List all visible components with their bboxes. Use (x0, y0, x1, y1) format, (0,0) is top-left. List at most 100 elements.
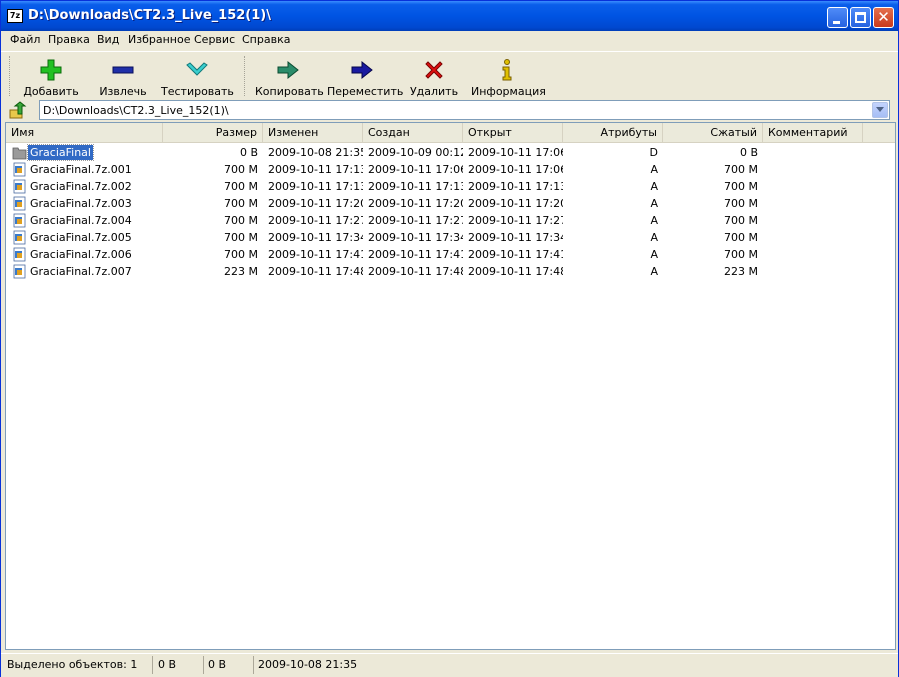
table-row[interactable]: GraciaFinal.7z.005 700 M 2009-10-11 17:34 2… (6, 229, 895, 246)
folder-icon (12, 147, 27, 160)
app-icon: 7z (7, 9, 23, 23)
cell-created: 2009-10-11 17:34 (368, 231, 463, 244)
cell-accessed: 2009-10-11 17:06 (468, 146, 563, 159)
column-header-size[interactable]: Размер (163, 123, 263, 142)
toolbar-grip[interactable] (9, 56, 13, 96)
cell-attributes: A (650, 231, 658, 244)
cell-created: 2009-10-09 00:12 (368, 146, 463, 159)
file-list[interactable]: Имя Размер Изменен Создан Открыт Атрибут… (5, 122, 896, 650)
move-button[interactable]: Переместить (327, 54, 404, 98)
column-header-modified[interactable]: Изменен (263, 123, 363, 142)
table-row[interactable]: GraciaFinal.7z.007 223 M 2009-10-11 17:48 2… (6, 263, 895, 280)
cell-name: GraciaFinal (6, 144, 163, 161)
cell-comment (763, 161, 863, 178)
cell-packed: 700 M (724, 197, 758, 210)
delete-label: Удалить (409, 85, 459, 98)
menu-help[interactable]: Справка (242, 33, 290, 46)
toolbar-grip-2[interactable] (244, 56, 248, 96)
cell-size: 700 M (224, 231, 258, 244)
close-icon: ✕ (877, 8, 890, 26)
test-label: Тестировать (161, 85, 234, 98)
cell-comment (763, 263, 863, 280)
cell-accessed: 2009-10-11 17:20 (468, 197, 563, 210)
menu-view[interactable]: Вид (97, 33, 119, 46)
table-row[interactable]: GraciaFinal.7z.006 700 M 2009-10-11 17:41 2… (6, 246, 895, 263)
window-title: D:\Downloads\CT2.3_Live_152(1)\ (28, 8, 271, 23)
status-size: 0 B (154, 656, 204, 674)
title-bar[interactable]: 7z D:\Downloads\CT2.3_Live_152(1)\ ✕ (1, 1, 898, 31)
column-header-attributes[interactable]: Атрибуты (563, 123, 663, 142)
table-row[interactable]: GraciaFinal.7z.004 700 M 2009-10-11 17:27 2… (6, 212, 895, 229)
file-icon (13, 247, 26, 262)
copy-arrow-icon (277, 60, 299, 80)
cell-name: GraciaFinal.7z.002 (6, 178, 163, 195)
maximize-button[interactable] (850, 7, 871, 28)
column-header-packed[interactable]: Сжатый (663, 123, 763, 142)
column-header-created[interactable]: Создан (363, 123, 463, 142)
menu-file[interactable]: Файл (10, 33, 40, 46)
file-name[interactable]: GraciaFinal.7z.006 (28, 247, 134, 262)
cell-packed: 700 M (724, 180, 758, 193)
minus-icon (112, 66, 134, 74)
cell-modified: 2009-10-11 17:41 (268, 248, 363, 261)
extract-button[interactable]: Извлечь (97, 54, 149, 98)
add-button[interactable]: Добавить (23, 54, 79, 98)
cell-packed: 700 M (724, 231, 758, 244)
cell-accessed: 2009-10-11 17:48 (468, 265, 563, 278)
app-window: 7z D:\Downloads\CT2.3_Live_152(1)\ ✕ Фай… (0, 0, 899, 677)
delete-button[interactable]: Удалить (405, 54, 463, 98)
move-label: Переместить (327, 85, 404, 98)
file-name[interactable]: GraciaFinal.7z.007 (28, 264, 134, 279)
cell-size: 700 M (224, 248, 258, 261)
table-row[interactable]: GraciaFinal.7z.002 700 M 2009-10-11 17:13 2… (6, 178, 895, 195)
cell-comment (763, 246, 863, 263)
file-name[interactable]: GraciaFinal.7z.001 (28, 162, 134, 177)
cell-accessed: 2009-10-11 17:06 (468, 163, 563, 176)
cell-comment (763, 212, 863, 229)
folder-up-icon[interactable] (9, 101, 27, 119)
close-button[interactable]: ✕ (873, 7, 894, 28)
copy-button[interactable]: Копировать (255, 54, 324, 98)
cell-name: GraciaFinal.7z.003 (6, 195, 163, 212)
cell-modified: 2009-10-11 17:48 (268, 265, 363, 278)
table-row[interactable]: GraciaFinal.7z.001 700 M 2009-10-11 17:13 2… (6, 161, 895, 178)
status-selected: Выделено объектов: 1 (3, 656, 153, 674)
address-input[interactable]: D:\Downloads\CT2.3_Live_152(1)\ (39, 100, 890, 120)
cell-packed: 700 M (724, 248, 758, 261)
copy-label: Копировать (255, 85, 324, 98)
cell-modified: 2009-10-11 17:20 (268, 197, 363, 210)
menu-favorites[interactable]: Избранное (128, 33, 190, 46)
chevron-down-icon (876, 107, 884, 112)
cell-attributes: A (650, 248, 658, 261)
file-icon (13, 264, 26, 279)
file-name[interactable]: GraciaFinal (27, 144, 94, 161)
plus-icon (40, 59, 62, 81)
info-button[interactable]: Информация (471, 54, 546, 98)
column-header-comment[interactable]: Комментарий (763, 123, 863, 142)
cell-comment (763, 229, 863, 246)
cell-packed: 223 M (724, 265, 758, 278)
menu-tools[interactable]: Сервис (194, 33, 235, 46)
test-button[interactable]: Тестировать (161, 54, 234, 98)
info-icon (502, 59, 512, 81)
column-header-accessed[interactable]: Открыт (463, 123, 563, 142)
cell-attributes: A (650, 214, 658, 227)
minimize-button[interactable] (827, 7, 848, 28)
cell-accessed: 2009-10-11 17:27 (468, 214, 563, 227)
column-header-name[interactable]: Имя (6, 123, 163, 142)
cell-accessed: 2009-10-11 17:13 (468, 180, 563, 193)
menu-edit[interactable]: Правка (48, 33, 90, 46)
file-name[interactable]: GraciaFinal.7z.004 (28, 213, 134, 228)
cell-size: 0 B (239, 146, 258, 159)
cell-attributes: A (650, 265, 658, 278)
address-dropdown-button[interactable] (872, 102, 888, 118)
file-icon (13, 230, 26, 245)
file-name[interactable]: GraciaFinal.7z.005 (28, 230, 134, 245)
file-name[interactable]: GraciaFinal.7z.002 (28, 179, 134, 194)
cell-attributes: A (650, 197, 658, 210)
file-name[interactable]: GraciaFinal.7z.003 (28, 196, 134, 211)
table-row[interactable]: GraciaFinal.7z.003 700 M 2009-10-11 17:20 2… (6, 195, 895, 212)
cell-name: GraciaFinal.7z.004 (6, 212, 163, 229)
delete-x-icon (425, 61, 443, 79)
table-row[interactable]: GraciaFinal 0 B 2009-10-08 21:35 2009-10-09… (6, 144, 895, 161)
